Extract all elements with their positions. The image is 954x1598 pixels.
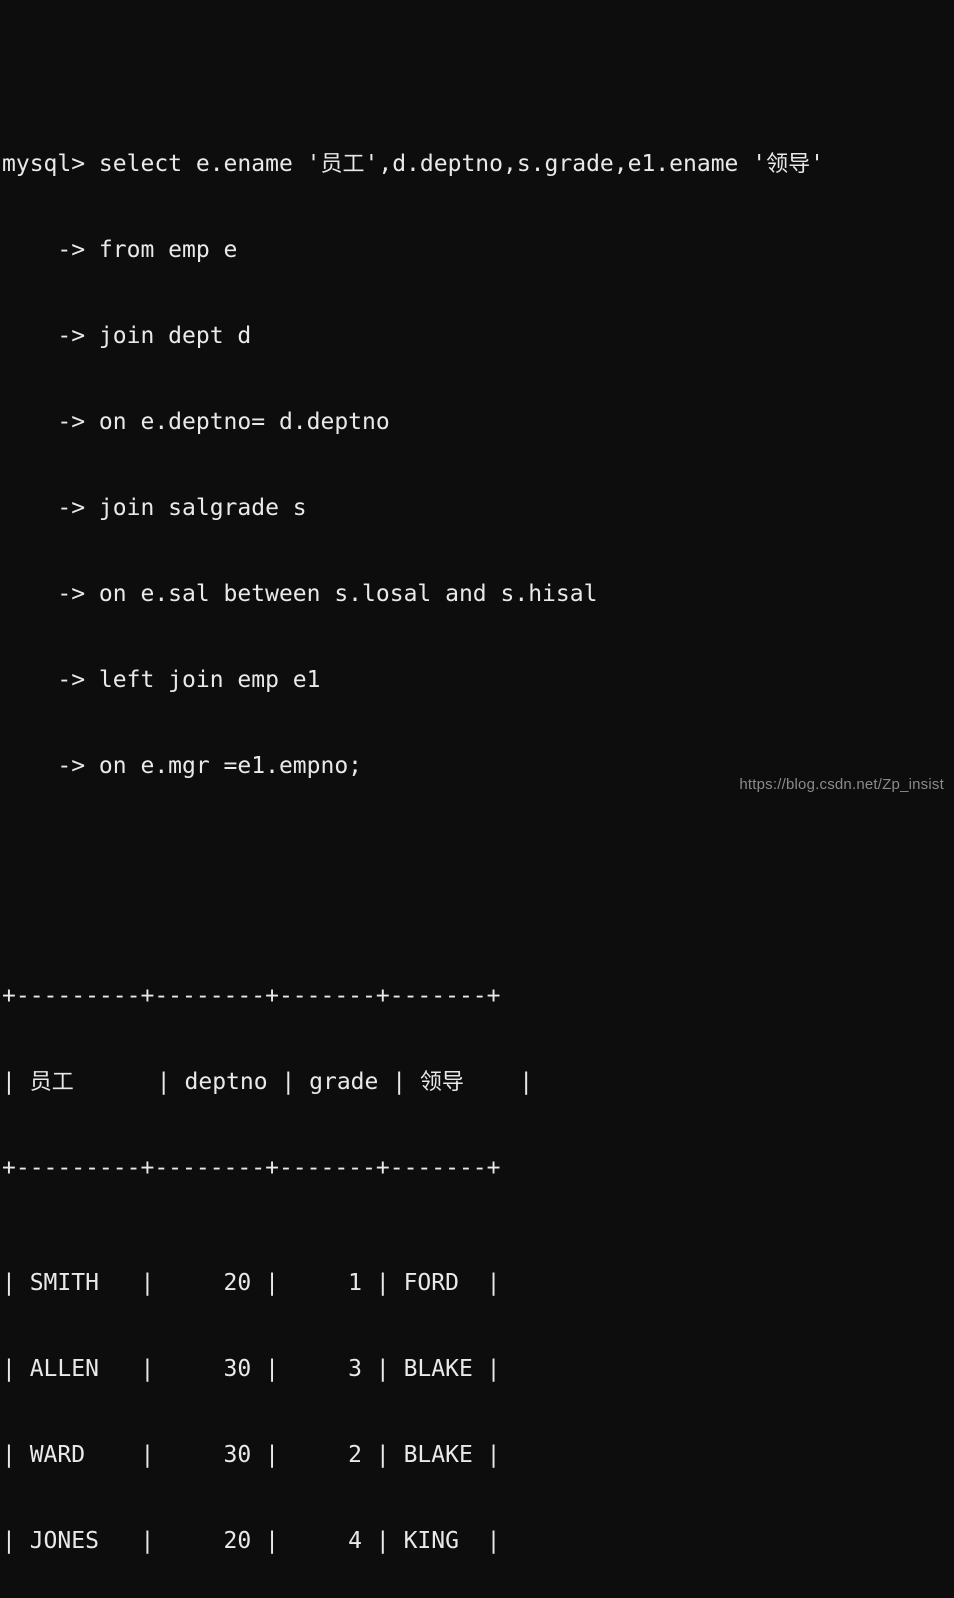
table-row: | JONES | 20 | 4 | KING |: [2, 1528, 501, 1555]
sql-line-3: -> join dept d: [2, 322, 252, 349]
sql-line-7: -> left join emp e1: [2, 667, 321, 694]
table-separator-top: +---------+--------+-------+-------+: [2, 982, 501, 1009]
sql-query-block: mysql> select e.ename '员工',d.deptno,s.gr…: [2, 92, 954, 838]
sql-line-5: -> join salgrade s: [2, 494, 307, 521]
sql-line-2: -> from emp e: [2, 236, 238, 263]
table-separator-mid: +---------+--------+-------+-------+: [2, 1154, 501, 1181]
sql-line-6: -> on e.sal between s.losal and s.hisal: [2, 580, 598, 607]
terminal-output[interactable]: mysql> select e.ename '员工',d.deptno,s.gr…: [0, 0, 954, 1554]
cjk-text: 员工: [320, 151, 365, 177]
table-header-row: | 员工 | deptno | grade | 领导 |: [2, 1068, 534, 1095]
sql-line-4: -> on e.deptno= d.deptno: [2, 408, 390, 435]
watermark-url: https://blog.csdn.net/Zp_insist: [739, 776, 944, 793]
table-row: | SMITH | 20 | 1 | FORD |: [2, 1269, 501, 1296]
table-row: | WARD | 30 | 2 | BLAKE |: [2, 1441, 501, 1468]
cjk-text: 员工: [29, 1069, 74, 1095]
result-table: +---------+--------+-------+-------+ | 员…: [2, 924, 954, 1598]
cjk-text: 领导: [766, 151, 811, 177]
cjk-text: 领导: [419, 1069, 464, 1095]
table-row: | ALLEN | 30 | 3 | BLAKE |: [2, 1355, 501, 1382]
sql-line-1: mysql> select e.ename '员工',d.deptno,s.gr…: [2, 150, 824, 177]
